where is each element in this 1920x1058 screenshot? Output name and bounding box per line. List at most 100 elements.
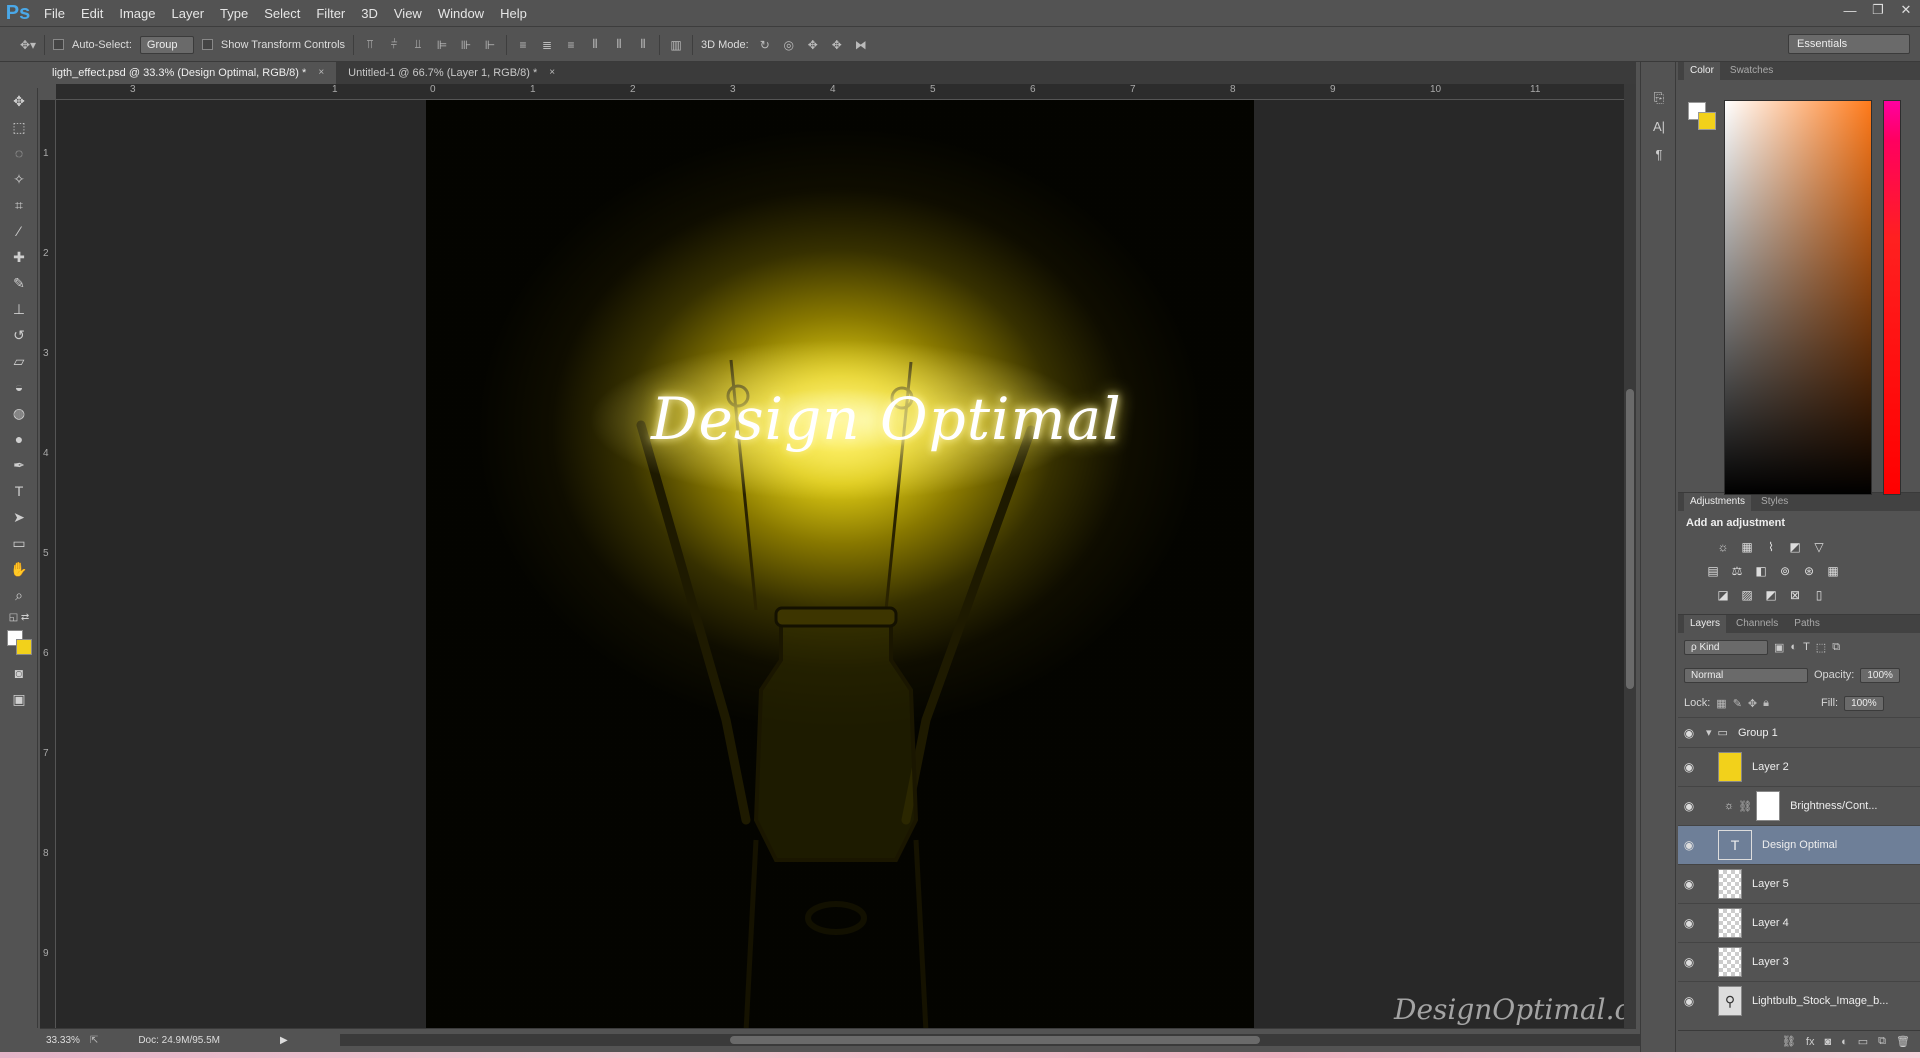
photo-filter-icon[interactable]: ⊚ [1776,562,1794,580]
menu-filter[interactable]: Filter [308,0,353,27]
scale-3d-icon[interactable]: ⧓ [853,38,869,52]
pan-3d-icon[interactable]: ✥ [805,38,821,52]
auto-select-dropdown[interactable]: Group [139,35,194,54]
visibility-eye-icon[interactable]: ◉ [1678,916,1700,930]
new-adjustment-icon[interactable]: ◐ [1841,1036,1848,1048]
auto-align-icon[interactable]: ▥ [668,38,684,52]
background-color-swatch[interactable] [1698,112,1716,130]
eyedropper-icon[interactable]: ⁄ [0,218,38,244]
curves-icon[interactable]: ⌇ [1762,538,1780,556]
fill-field[interactable]: 100% [1844,695,1884,711]
align-right-icon[interactable]: ⊩ [482,38,498,52]
selective-color-icon[interactable]: ⊠ [1786,586,1804,604]
export-icon[interactable]: ⇱ [90,1035,98,1046]
visibility-eye-icon[interactable]: ◉ [1678,726,1700,740]
tab-paths[interactable]: Paths [1788,615,1826,633]
trash-icon[interactable]: 🗑︎ [1896,1035,1910,1048]
zoom-tool-icon[interactable]: ⌕ [0,582,38,608]
paint-bucket-icon[interactable]: ◒ [0,374,38,400]
close-icon[interactable]: × [549,62,555,84]
black-white-icon[interactable]: ◧ [1752,562,1770,580]
menu-file[interactable]: File [36,0,73,27]
align-vcenter-icon[interactable]: ⫩ [386,37,402,52]
menu-edit[interactable]: Edit [73,0,111,27]
distribute-vcenter-icon[interactable]: ≣ [539,38,555,52]
filter-adjust-icon[interactable]: ◐ [1790,641,1797,653]
link-layers-icon[interactable]: ⛓ [1782,1035,1796,1048]
screen-mode-icon[interactable]: ▣ [0,686,38,712]
move-tool-icon[interactable]: ✥ [0,88,38,114]
tab-document-2[interactable]: Untitled-1 @ 66.7% (Layer 1, RGB/8) * × [336,62,568,84]
horizontal-scrollbar[interactable] [340,1034,1640,1046]
hue-saturation-icon[interactable]: ▤ [1704,562,1722,580]
distribute-top-icon[interactable]: ≡ [515,38,531,52]
tab-adjustments[interactable]: Adjustments [1684,493,1752,511]
fx-icon[interactable]: fx [1806,1036,1815,1048]
crop-tool-icon[interactable]: ⌗ [0,192,38,218]
scroll-thumb[interactable] [1626,389,1634,689]
menu-help[interactable]: Help [492,0,535,27]
character-panel-icon[interactable]: A| [1641,112,1677,140]
eraser-tool-icon[interactable]: ▱ [0,348,38,374]
path-selection-icon[interactable]: ➤ [0,504,38,530]
visibility-eye-icon[interactable]: ◉ [1678,994,1700,1008]
filter-type-icon[interactable]: T [1803,641,1810,653]
new-group-icon[interactable]: ▭ [1858,1035,1868,1048]
blur-tool-icon[interactable]: ◍ [0,400,38,426]
quick-mask-icon[interactable]: ◙ [0,660,38,686]
close-button[interactable]: ✕ [1892,0,1920,20]
horizontal-ruler[interactable]: 3 1 0 1 2 3 4 5 6 7 8 9 10 11 [56,84,1624,100]
menu-3d[interactable]: 3D [353,0,386,27]
vertical-scrollbar[interactable] [1624,84,1636,1028]
align-left-icon[interactable]: ⊫ [434,38,450,52]
chevron-down-icon[interactable]: ▾ [1706,726,1712,739]
tab-swatches[interactable]: Swatches [1724,62,1779,80]
status-menu-arrow-icon[interactable]: ▶ [280,1035,288,1046]
document-canvas[interactable]: Design Optimal [426,100,1254,1028]
roll-3d-icon[interactable]: ◎ [781,38,797,52]
align-hcenter-icon[interactable]: ⊪ [458,38,474,52]
restore-button[interactable]: ❐ [1864,0,1892,20]
zoom-level[interactable]: 33.33% [46,1035,80,1046]
menu-image[interactable]: Image [111,0,163,27]
align-top-icon[interactable]: ⫪ [362,37,378,52]
hue-slider[interactable] [1883,100,1901,495]
add-mask-icon[interactable]: ◙ [1824,1036,1831,1048]
channel-mixer-icon[interactable]: ⊛ [1800,562,1818,580]
move-tool-preset-icon[interactable]: ✥▾ [20,38,36,52]
layer-row[interactable]: ◉ Layer 5 [1678,864,1920,903]
visibility-eye-icon[interactable]: ◉ [1678,877,1700,891]
vibrance-icon[interactable]: ▽ [1810,538,1828,556]
vertical-ruler[interactable]: 1 2 3 4 5 6 7 8 9 [40,100,56,1028]
scroll-thumb[interactable] [730,1036,1260,1044]
distribute-bottom-icon[interactable]: ≡ [563,38,579,52]
layer-row[interactable]: ◉ Layer 2 [1678,747,1920,786]
link-icon[interactable]: ⛓ [1738,800,1752,813]
history-brush-icon[interactable]: ↺ [0,322,38,348]
swap-colors-icon[interactable]: ◱ ⇄ [0,608,38,626]
canvas-workspace[interactable]: Design Optimal DesignOptimal.com [56,100,1624,1028]
paragraph-panel-icon[interactable]: ¶ [1641,140,1677,168]
background-color-swatch[interactable] [16,639,32,655]
posterize-icon[interactable]: ▨ [1738,586,1756,604]
tab-layers[interactable]: Layers [1684,615,1727,633]
menu-select[interactable]: Select [256,0,308,27]
lock-paint-icon[interactable]: ✎ [1733,697,1742,710]
tab-channels[interactable]: Channels [1730,615,1784,633]
visibility-eye-icon[interactable]: ◉ [1678,955,1700,969]
lasso-tool-icon[interactable]: ◌ [0,140,38,166]
menu-view[interactable]: View [386,0,430,27]
visibility-eye-icon[interactable]: ◉ [1678,799,1700,813]
close-icon[interactable]: × [318,62,324,84]
visibility-eye-icon[interactable]: ◉ [1678,760,1700,774]
menu-window[interactable]: Window [430,0,492,27]
align-bottom-icon[interactable]: ⫫ [410,37,426,52]
filter-smart-icon[interactable]: ⧉ [1832,641,1840,654]
color-balance-icon[interactable]: ⚖ [1728,562,1746,580]
minimize-button[interactable]: — [1836,0,1864,20]
tab-styles[interactable]: Styles [1755,493,1794,511]
new-layer-icon[interactable]: ⧉ [1878,1035,1886,1048]
color-field[interactable] [1724,100,1872,495]
layer-row[interactable]: ◉ Layer 3 [1678,942,1920,981]
lock-transparent-icon[interactable]: ▦ [1716,697,1726,710]
